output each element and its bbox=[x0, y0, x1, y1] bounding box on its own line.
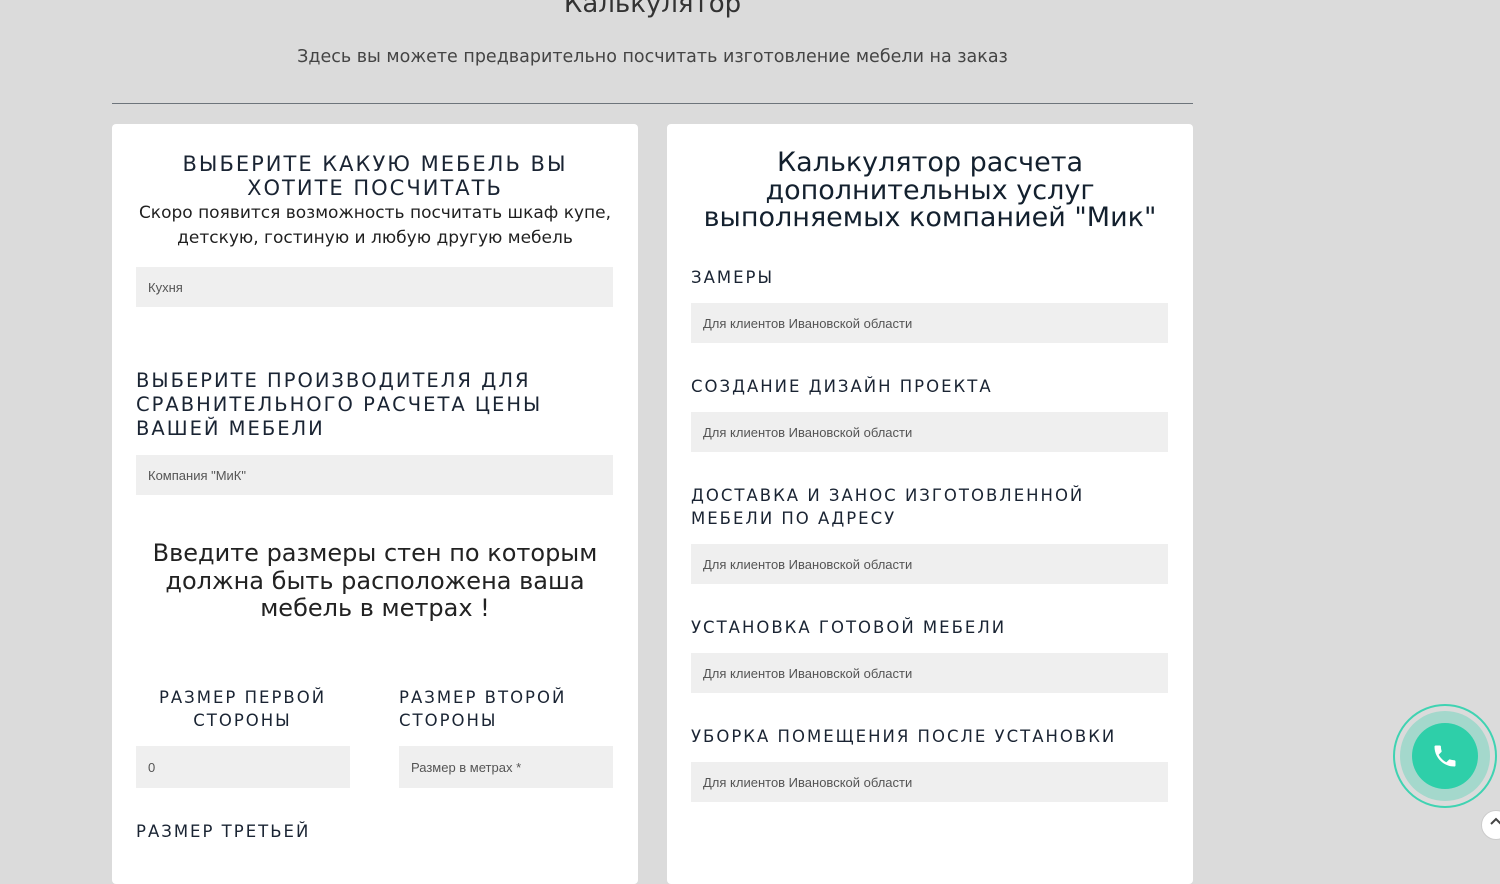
wall-sizes-heading: Введите размеры стен по которым должна б… bbox=[152, 539, 598, 622]
furniture-type-description: Скоро появится возможность посчитать шка… bbox=[138, 203, 612, 248]
page-subtitle: Здесь вы можете предварительно посчитать… bbox=[297, 47, 1008, 67]
service-label-measurements: Замеры bbox=[691, 268, 775, 287]
phone-icon bbox=[1434, 745, 1456, 767]
call-button-ring bbox=[1400, 711, 1490, 801]
side1-input[interactable]: 0 bbox=[136, 746, 350, 788]
chevron-up-icon bbox=[1490, 817, 1500, 825]
services-title: Калькулятор расчета дополнительных услуг… bbox=[703, 147, 1157, 233]
side1-label: Размер первой стороны bbox=[158, 688, 327, 730]
header-divider bbox=[112, 103, 1193, 104]
service-label-delivery: Доставка и занос изготовленной мебели по… bbox=[691, 486, 1085, 528]
page-title: Калькулятор bbox=[563, 0, 742, 19]
service-label-design: Создание дизайн проекта bbox=[691, 377, 993, 396]
furniture-type-heading: Выберите какую мебель вы хотите посчитат… bbox=[182, 152, 568, 200]
manufacturer-select[interactable]: Компания "МиК" bbox=[136, 455, 613, 495]
service-select-installation[interactable]: Для клиентов Ивановской области bbox=[691, 653, 1168, 693]
service-select-measurements[interactable]: Для клиентов Ивановской области bbox=[691, 303, 1168, 343]
call-button[interactable] bbox=[1393, 704, 1497, 808]
service-select-delivery[interactable]: Для клиентов Ивановской области bbox=[691, 544, 1168, 584]
service-select-design[interactable]: Для клиентов Ивановской области bbox=[691, 412, 1168, 452]
furniture-calculator-card: Выберите какую мебель вы хотите посчитат… bbox=[112, 124, 638, 884]
services-calculator-card: Калькулятор расчета дополнительных услуг… bbox=[667, 124, 1193, 884]
side2-label: Размер второй стороны bbox=[399, 688, 567, 730]
furniture-type-select[interactable]: Кухня bbox=[136, 267, 613, 307]
side2-input[interactable]: Размер в метрах * bbox=[399, 746, 613, 788]
service-label-installation: Установка готовой мебели bbox=[691, 618, 1007, 637]
manufacturer-heading: Выберите производителя для сравнительног… bbox=[136, 369, 543, 440]
service-select-cleaning[interactable]: Для клиентов Ивановской области bbox=[691, 762, 1168, 802]
call-button-core bbox=[1412, 723, 1478, 789]
scroll-top-button[interactable] bbox=[1481, 810, 1500, 840]
service-label-cleaning: Уборка помещения после установки bbox=[691, 727, 1117, 746]
side3-label: Размер третьей bbox=[136, 822, 311, 841]
